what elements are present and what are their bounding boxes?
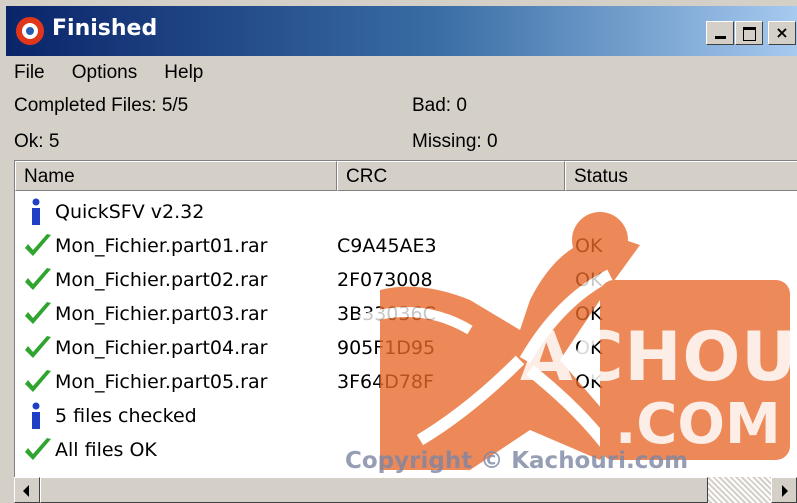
- menu-file[interactable]: File: [14, 58, 45, 88]
- checkmark-icon: [25, 438, 51, 460]
- row-status: OK: [575, 269, 603, 291]
- quicksfv-window: Finished × File Options Help Completed F…: [0, 0, 797, 503]
- list-header: Name CRC Status: [15, 161, 797, 191]
- checkmark-icon: [25, 234, 51, 256]
- scroll-right-button[interactable]: [771, 477, 797, 503]
- row-crc: 3B33036C: [337, 303, 436, 325]
- life-ring-icon: [16, 17, 44, 45]
- checkmark-icon: [25, 370, 51, 392]
- list-row[interactable]: QuickSFV v2.32: [15, 195, 797, 229]
- list-row[interactable]: Mon_Fichier.part04.rar 905F1D95 OK: [15, 331, 797, 365]
- row-status: OK: [575, 371, 603, 393]
- info-icon: [32, 198, 40, 225]
- row-crc: 2F073008: [337, 269, 433, 291]
- row-name: QuickSFV v2.32: [55, 201, 205, 223]
- column-header-status[interactable]: Status: [565, 161, 797, 191]
- row-name: Mon_Fichier.part04.rar: [55, 337, 268, 359]
- list-row[interactable]: Mon_Fichier.part05.rar 3F64D78F OK: [15, 365, 797, 399]
- completed-files-stat: Completed Files: 5/5: [14, 95, 189, 116]
- row-name: Mon_Fichier.part05.rar: [55, 371, 268, 393]
- maximize-icon: [743, 27, 756, 41]
- row-crc: 3F64D78F: [337, 371, 434, 393]
- checkmark-icon: [25, 268, 51, 290]
- scroll-thumb[interactable]: [40, 477, 708, 503]
- row-crc: 905F1D95: [337, 337, 436, 359]
- row-status: OK: [575, 303, 603, 325]
- checkmark-icon: [25, 302, 51, 324]
- maximize-button[interactable]: [735, 21, 763, 45]
- missing-files-stat: Missing: 0: [412, 131, 498, 152]
- minimize-icon: [715, 36, 726, 39]
- horizontal-scrollbar[interactable]: [14, 477, 797, 503]
- close-icon: ×: [775, 23, 789, 42]
- window-title: Finished: [52, 16, 158, 41]
- minimize-button[interactable]: [706, 21, 734, 45]
- row-status: OK: [575, 235, 603, 257]
- list-row[interactable]: Mon_Fichier.part03.rar 3B33036C OK: [15, 297, 797, 331]
- menu-options[interactable]: Options: [72, 58, 137, 88]
- row-name: Mon_Fichier.part01.rar: [55, 235, 268, 257]
- list-row[interactable]: Mon_Fichier.part02.rar 2F073008 OK: [15, 263, 797, 297]
- row-name: Mon_Fichier.part02.rar: [55, 269, 268, 291]
- menu-help[interactable]: Help: [164, 58, 203, 88]
- menu-bar: File Options Help: [14, 58, 797, 88]
- row-status: OK: [575, 337, 603, 359]
- bad-files-stat: Bad: 0: [412, 95, 467, 116]
- column-header-crc[interactable]: CRC: [337, 161, 565, 191]
- row-name: All files OK: [55, 439, 157, 461]
- row-crc: C9A45AE3: [337, 235, 437, 257]
- list-row[interactable]: All files OK: [15, 433, 797, 467]
- checkmark-icon: [25, 336, 51, 358]
- column-header-name[interactable]: Name: [15, 161, 337, 191]
- close-button[interactable]: ×: [768, 21, 796, 45]
- row-name: Mon_Fichier.part03.rar: [55, 303, 268, 325]
- results-list[interactable]: Name CRC Status QuickSFV v2.32 Mon_Fichie…: [14, 160, 797, 503]
- info-icon: [32, 402, 40, 429]
- row-name: 5 files checked: [55, 405, 197, 427]
- list-row[interactable]: Mon_Fichier.part01.rar C9A45AE3 OK: [15, 229, 797, 263]
- title-bar[interactable]: Finished ×: [6, 6, 797, 56]
- ok-files-stat: Ok: 5: [14, 131, 60, 152]
- scroll-left-button[interactable]: [14, 477, 40, 503]
- list-row[interactable]: 5 files checked: [15, 399, 797, 433]
